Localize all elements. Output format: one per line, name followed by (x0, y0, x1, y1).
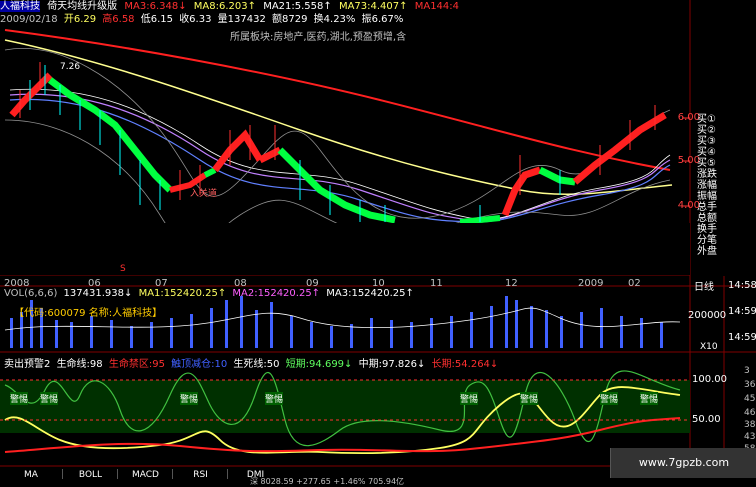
menu-item-change-pct[interactable]: 涨幅 (697, 180, 723, 191)
sector-info: 所属板块:房地产,医药,湖北,预盈预增,含 (230, 32, 407, 43)
menu-item-buy5[interactable]: 买⑤ (697, 158, 723, 169)
side-num-5: 38 (744, 420, 756, 430)
side-num-6: 43 (744, 432, 756, 442)
ind-name: 卖出预警2 (4, 359, 51, 370)
alert-label: 警惕 (40, 392, 59, 405)
chart-canvas (0, 0, 756, 467)
date-label-11: 11 (430, 278, 443, 289)
alert-label: 警惕 (640, 392, 659, 405)
volume-header: VOL(6,6,6) 137431.938↓ MA1:152420.25↑ MA… (4, 288, 417, 299)
alert-label: 警惕 (520, 392, 539, 405)
price-label-6: 6.00 (677, 112, 700, 123)
indicator-header: 人福科技 倚天均线升级版 MA3:6.348↓ MA8:6.203↑ MA21:… (0, 0, 459, 13)
s-marker: S (120, 264, 126, 274)
indicator-name: 倚天均线升级版 (47, 1, 118, 12)
time-label-2: 14:59 (728, 306, 756, 317)
menu-item-ticks[interactable]: 分笔 (697, 235, 723, 246)
stock-code-label: 【代码:600079 名称:人福科技】 (14, 308, 163, 319)
quote-header: 2009/02/18 开6.29 高6.58 低6.15 收6.33 量1374… (0, 13, 430, 26)
price-label-4: 4.00 (677, 200, 700, 211)
side-num-3: 45 (744, 394, 756, 404)
ind-mid: 中期:97.826↓ (358, 359, 426, 370)
ind-long: 长期:54.264↓ (431, 359, 499, 370)
side-num-4: 46 (744, 408, 756, 418)
ind-bottom: 触顶减仓:10 (171, 359, 228, 370)
alert-label: 警惕 (600, 392, 619, 405)
menu-item-total-vol[interactable]: 总手 (697, 202, 723, 213)
ind-axis-50: 50.00 (692, 414, 721, 425)
ind-life-zone: 生命禁区:95 (108, 359, 165, 370)
ind-axis-100: 100.00 (692, 374, 727, 385)
indicator-header: 卖出预警2 生命线:98 生命禁区:95 触顶减仓:10 生死线:50 短期:9… (4, 355, 501, 370)
period-label[interactable]: 日线 (694, 278, 714, 293)
ind-short: 短期:94.699↓ (285, 359, 353, 370)
stock-name: 人福科技 (0, 1, 40, 12)
menu-item-outer[interactable]: 外盘 (697, 246, 723, 257)
ind-life-line: 生命线:98 (56, 359, 103, 370)
alert-label: 警惕 (265, 392, 284, 405)
right-quote-menu: 买① 买② 买③ 买④ 买⑤ 涨跌 涨幅 振幅 总手 总额 换手 分笔 外盘 (697, 114, 723, 257)
quote-amount: 额8729 (272, 14, 308, 25)
vol-axis-top: 200000 (688, 310, 727, 321)
menu-item-buy1[interactable]: 买① (697, 114, 723, 125)
menu-item-change[interactable]: 涨跌 (697, 169, 723, 180)
menu-item-total-amount[interactable]: 总额 (697, 213, 723, 224)
watermark: www.7gpzb.com (610, 448, 756, 478)
quote-open: 开6.29 (63, 14, 97, 25)
price-label-5: 5.00 (677, 155, 700, 166)
vol-label: VOL(6,6,6) (4, 288, 58, 299)
side-num-2: 36 (744, 380, 756, 390)
status-text: 深 8028.59 +277.65 +1.46% 705.94亿 (250, 477, 405, 486)
alert-label: 警惕 (10, 392, 29, 405)
quote-close: 收6.33 (179, 14, 212, 25)
menu-item-buy3[interactable]: 买③ (697, 136, 723, 147)
ma8-value: MA8:6.203↑ (193, 1, 256, 12)
alert-label: 警惕 (180, 392, 199, 405)
quote-low: 低6.15 (140, 14, 173, 25)
quote-date: 2009/02/18 (0, 14, 58, 25)
buy-label: 入关道 (190, 189, 218, 199)
ma3-value: MA3:6.348↓ (124, 1, 187, 12)
menu-item-buy2[interactable]: 买② (697, 125, 723, 136)
vol-value: 137431.938↓ (63, 288, 133, 299)
alert-label: 警惕 (460, 392, 479, 405)
ind-death-line: 生死线:50 (233, 359, 280, 370)
time-label-3: 14:59 (728, 332, 756, 343)
date-label-02: 02 (628, 278, 641, 289)
menu-item-amplitude[interactable]: 振幅 (697, 191, 723, 202)
quote-high: 高6.58 (102, 14, 135, 25)
quote-amplitude: 振6.67% (361, 14, 404, 25)
vol-axis-unit: X10 (700, 342, 718, 352)
vol-ma3: MA3:152420.25↑ (326, 288, 414, 299)
menu-item-buy4[interactable]: 买④ (697, 147, 723, 158)
side-num-1: 3 (744, 366, 750, 376)
ma21-value: MA21:5.558↑ (263, 1, 332, 12)
menu-item-turnover[interactable]: 换手 (697, 224, 723, 235)
watermark-text: www.7gpzb.com (638, 456, 730, 469)
peak-label: 7.26 (60, 62, 81, 72)
time-label-1: 14:58 (728, 280, 756, 291)
status-bar: 深 8028.59 +277.65 +1.46% 705.94亿 (0, 477, 756, 487)
quote-turnover: 换4.23% (313, 14, 356, 25)
vol-ma1: MA1:152420.25↑ (138, 288, 227, 299)
vol-ma2: MA2:152420.25↑ (232, 288, 321, 299)
ma144-value: MA144:4 (414, 1, 460, 12)
ma73-value: MA73:4.407↑ (338, 1, 408, 12)
date-label-12: 12 (505, 278, 518, 289)
quote-volume: 量137432 (217, 14, 266, 25)
date-label-2009: 2009 (578, 278, 604, 289)
